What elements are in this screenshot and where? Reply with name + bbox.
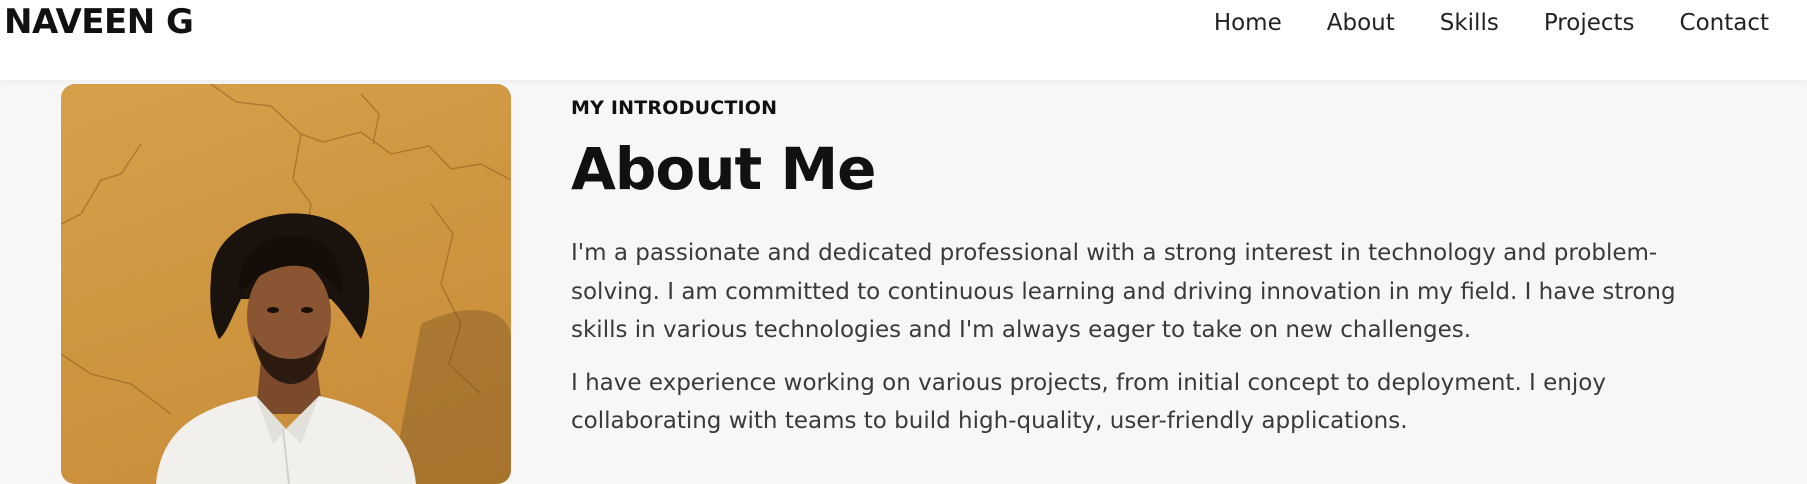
- section-eyebrow: MY INTRODUCTION: [571, 97, 778, 119]
- nav-link-contact[interactable]: Contact: [1680, 6, 1769, 40]
- about-paragraph-2: I have experience working on various pro…: [571, 369, 1606, 435]
- site-header: NAVEEN G Home About Skills Projects Cont…: [0, 0, 1807, 80]
- nav-link-skills[interactable]: Skills: [1440, 6, 1499, 40]
- nav-link-about[interactable]: About: [1327, 6, 1395, 40]
- nav-link-projects[interactable]: Projects: [1544, 6, 1635, 40]
- about-section: MY INTRODUCTION About Me I'm a passionat…: [571, 96, 1731, 441]
- profile-photo: [61, 84, 511, 484]
- site-logo[interactable]: NAVEEN G: [4, 2, 194, 42]
- about-paragraph-1: I'm a passionate and dedicated professio…: [571, 240, 1676, 343]
- nav-link-home[interactable]: Home: [1214, 6, 1282, 40]
- section-title: About Me: [571, 135, 877, 203]
- main-nav: Home About Skills Projects Contact: [1214, 6, 1769, 40]
